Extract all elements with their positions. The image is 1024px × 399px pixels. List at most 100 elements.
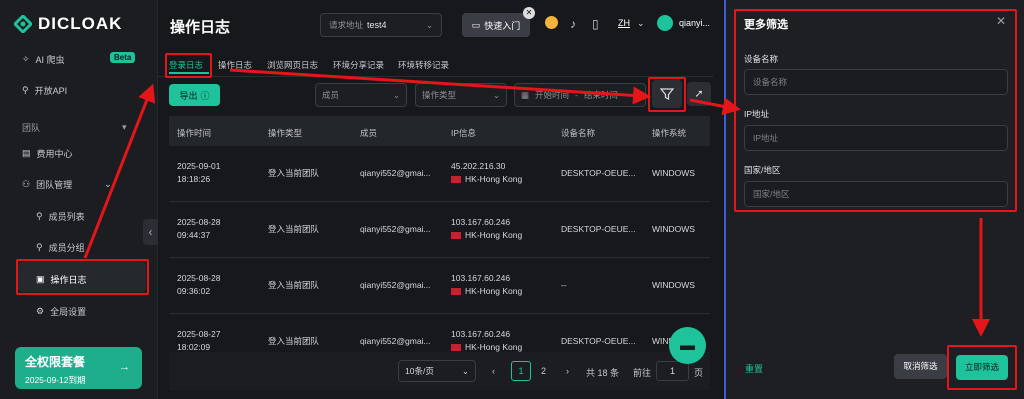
cell-ip: 103.167.60.246 HK-Hong Kong (451, 216, 522, 242)
page-size-value: 10条/页 (405, 366, 434, 376)
sidebar-section-team[interactable]: 团队 ▾ (22, 121, 127, 134)
start-time: 开始时间 (535, 90, 570, 100)
user-menu[interactable]: qianyi... (657, 15, 710, 31)
quick-start-button[interactable]: ▭ 快速入门 (462, 13, 530, 37)
cell-ip-text: 45.202.216.30 (451, 161, 506, 171)
cell-member: qianyi552@gmai... (360, 223, 431, 236)
cell-datetime: 2025-08-28 09:44:37 (177, 216, 220, 242)
export-button[interactable]: 导出 ⓘ (169, 84, 220, 106)
sidebar-item-billing[interactable]: ▤ 费用中心 (22, 147, 73, 160)
package-card[interactable]: 全权限套餐 2025-09-12到期 → (15, 347, 142, 389)
cell-ip-text: 103.167.60.246 (451, 217, 511, 227)
tab-browse-log[interactable]: 浏览网页日志 (267, 59, 318, 71)
cell-ip: 103.167.60.246 HK-Hong Kong (451, 328, 522, 354)
book-open-icon[interactable]: ▯ (592, 17, 599, 31)
cell-type-text: 登入当前团队 (268, 336, 320, 346)
tab-share-record[interactable]: 环境分享记录 (333, 59, 384, 71)
send-icon: ➚ (694, 88, 704, 100)
chevron-down-icon: ⌄ (392, 89, 400, 100)
cancel-filter-button[interactable]: 取消筛选 (894, 354, 947, 379)
cell-ip: 45.202.216.30 HK-Hong Kong (451, 160, 522, 186)
sidebar-item-members[interactable]: ⚲ 成员列表 (36, 210, 85, 223)
annotation-box-apply (947, 345, 1017, 390)
cell-device: DESKTOP-OEUE... (561, 335, 635, 348)
collapse-sidebar-button[interactable]: ‹ (143, 219, 158, 245)
tab-transfer-record[interactable]: 环境转移记录 (398, 59, 449, 71)
operation-type-select[interactable]: 操作类型 ⌄ (415, 83, 507, 107)
bell-icon[interactable]: ♪ (570, 17, 576, 31)
send-button[interactable]: ➚ (687, 82, 711, 106)
chevron-down-icon: ▾ (122, 122, 127, 132)
sidebar-item-groups[interactable]: ⚲ 成员分组 (36, 241, 85, 254)
sidebar-item-team-mgmt[interactable]: ⚇ 团队管理 ⌄ (22, 178, 112, 191)
cell-region: HK-Hong Kong (465, 286, 523, 296)
row-divider (169, 313, 710, 314)
avatar (657, 15, 673, 31)
next-page-button[interactable]: › (566, 366, 569, 376)
username: qianyi... (679, 18, 711, 28)
cell-datetime: 2025-09-01 18:18:26 (177, 160, 220, 186)
page-suffix: 页 (694, 368, 704, 378)
sidebar-item-settings[interactable]: ⚙ 全局设置 (36, 305, 86, 318)
page-size-select[interactable]: 10条/页 ⌄ (398, 360, 476, 382)
sidebar-item-ai[interactable]: ✧ AI 爬虫 (22, 53, 65, 66)
cell-type: 登入当前团队 (268, 279, 319, 292)
request-address-select[interactable]: 请求地址 test4 ⌄ (320, 13, 442, 37)
page-button-1[interactable]: 1 (511, 361, 531, 381)
sidebar-item-label: 全局设置 (50, 307, 87, 317)
rocket-icon: ⚲ (22, 85, 29, 95)
logo[interactable]: DICLOAK (14, 14, 122, 34)
page-button-2[interactable]: 2 (541, 366, 546, 376)
chevron-down-icon: ⌄ (425, 19, 433, 30)
chevron-down-icon: ⌄ (492, 89, 500, 100)
calendar-icon: ▦ (521, 89, 530, 100)
goto-page-input[interactable]: 1 (656, 361, 689, 381)
annotation-box-login-tab (165, 53, 212, 78)
logo-text: DICLOAK (38, 14, 123, 33)
address-value: test4 (367, 20, 387, 30)
chevron-left-icon: ‹ (148, 225, 153, 239)
row-divider (169, 257, 710, 258)
cell-os-text: WINDOWS (652, 280, 695, 290)
coin-icon[interactable] (545, 16, 558, 29)
beta-badge: Beta (110, 52, 136, 63)
cell-device: DESKTOP-OEUE... (561, 223, 635, 236)
col-header-member: 成员 (360, 128, 378, 138)
cell-date: 2025-09-01 (177, 161, 221, 171)
package-expire: 2025-09-12到期 (25, 375, 86, 385)
member-select[interactable]: 成员 ⌄ (315, 83, 407, 107)
close-icon[interactable]: ✕ (523, 7, 535, 19)
type-placeholder: 操作类型 (422, 90, 457, 100)
flag-icon (451, 176, 461, 184)
sidebar-item-api[interactable]: ⚲ 开放API (22, 84, 67, 97)
export-label: 导出 (179, 90, 198, 101)
users-icon: ⚇ (22, 179, 31, 189)
chevron-down-icon: ⌄ (461, 365, 469, 376)
annotation-box-filter (648, 77, 686, 112)
chevron-down-icon: ⌄ (637, 18, 645, 28)
chat-button[interactable]: ▬ (669, 327, 706, 364)
sidebar-item-label: 费用中心 (36, 149, 73, 159)
cell-type: 登入当前团队 (268, 335, 319, 348)
cell-os: WINDOWS (652, 223, 695, 236)
flag-icon (451, 288, 461, 296)
cell-date: 2025-08-28 (177, 273, 221, 283)
table-header (169, 116, 710, 146)
annotation-box-logs-item (16, 259, 149, 295)
cell-device-text: -- (561, 280, 567, 290)
cell-member: qianyi552@gmai... (360, 335, 431, 348)
cell-member-text: qianyi552@gmai... (360, 336, 431, 346)
logo-icon (14, 15, 32, 33)
row-divider (169, 201, 710, 202)
reset-button[interactable]: 重置 (745, 362, 763, 375)
cell-type: 登入当前团队 (268, 223, 319, 236)
tab-operation-log[interactable]: 操作日志 (218, 59, 252, 71)
range-separator: - (575, 90, 578, 100)
col-header-ip: IP信息 (451, 128, 477, 138)
language-select[interactable]: ZH (618, 18, 630, 28)
package-title: 全权限套餐 (25, 355, 86, 369)
date-range-picker[interactable]: ▦ 开始时间 - 结束时间 (514, 83, 646, 107)
user-icon: ⚲ (36, 211, 43, 221)
tab-divider (158, 76, 713, 77)
prev-page-button[interactable]: ‹ (492, 366, 495, 376)
